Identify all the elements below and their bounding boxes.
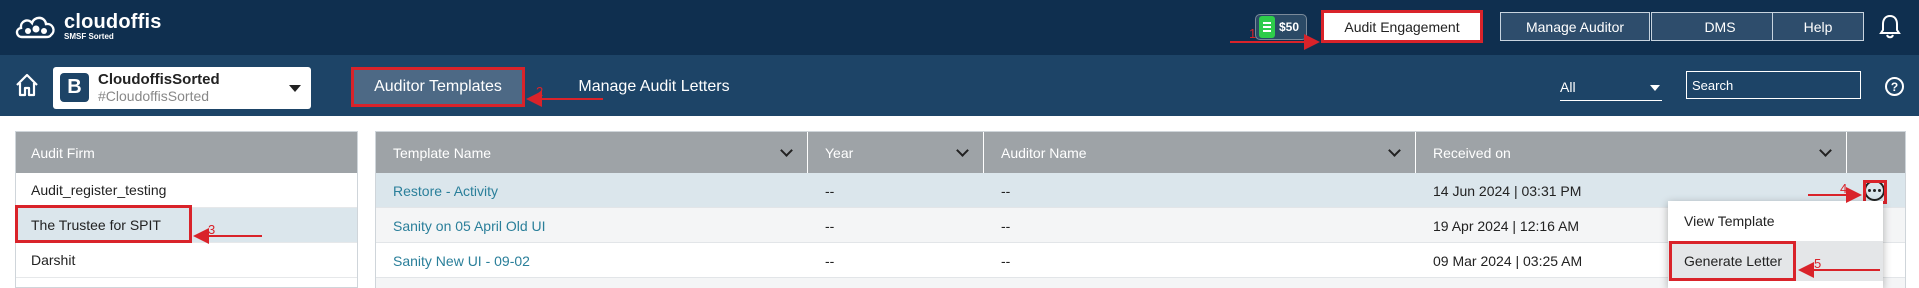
annotation-arrows	[193, 34, 1880, 278]
annotation-number: 4	[1840, 181, 1848, 196]
annotation-number: 1	[1249, 26, 1257, 41]
annotation-number: 2	[536, 84, 544, 99]
annotation-number: 3	[208, 222, 216, 237]
annotation-number: 5	[1814, 256, 1822, 271]
